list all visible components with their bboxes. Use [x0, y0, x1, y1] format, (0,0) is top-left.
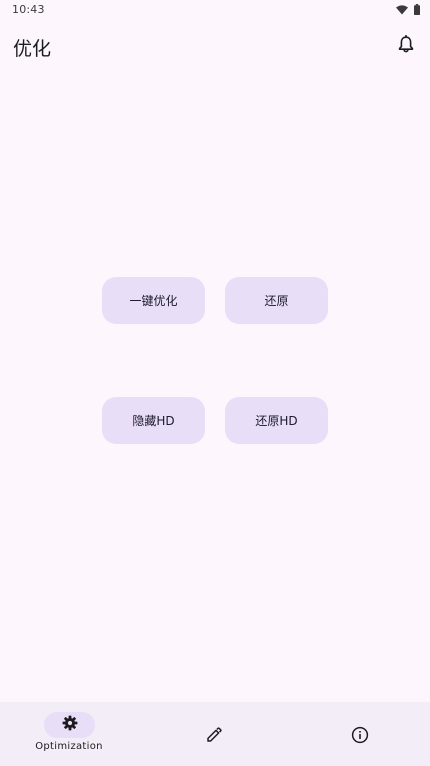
- nav-item-optimization[interactable]: Optimization: [0, 702, 143, 766]
- restore-button[interactable]: 还原: [225, 277, 328, 324]
- bottom-navigation: Optimization: [0, 702, 430, 766]
- notifications-button[interactable]: [394, 34, 418, 58]
- restore-hd-button[interactable]: 还原HD: [225, 397, 328, 444]
- hide-hd-button[interactable]: 隐藏HD: [102, 397, 205, 444]
- status-bar: 10:43: [0, 0, 430, 20]
- nav-item-about[interactable]: [286, 702, 429, 766]
- wifi-icon: [396, 0, 408, 19]
- one-click-optimize-button[interactable]: 一键优化: [102, 277, 205, 324]
- gear-icon: [62, 715, 78, 735]
- info-icon: [348, 723, 372, 747]
- pencil-icon: [202, 723, 226, 747]
- bell-icon: [398, 34, 414, 57]
- status-icons: [396, 3, 420, 15]
- nav-active-indicator: [44, 712, 95, 738]
- status-time: 10:43: [12, 3, 45, 16]
- nav-item-edit[interactable]: [143, 702, 286, 766]
- top-app-bar: 优化: [0, 24, 430, 68]
- battery-icon: [414, 0, 420, 19]
- nav-item-label: Optimization: [35, 741, 103, 752]
- page-title: 优化: [13, 38, 52, 60]
